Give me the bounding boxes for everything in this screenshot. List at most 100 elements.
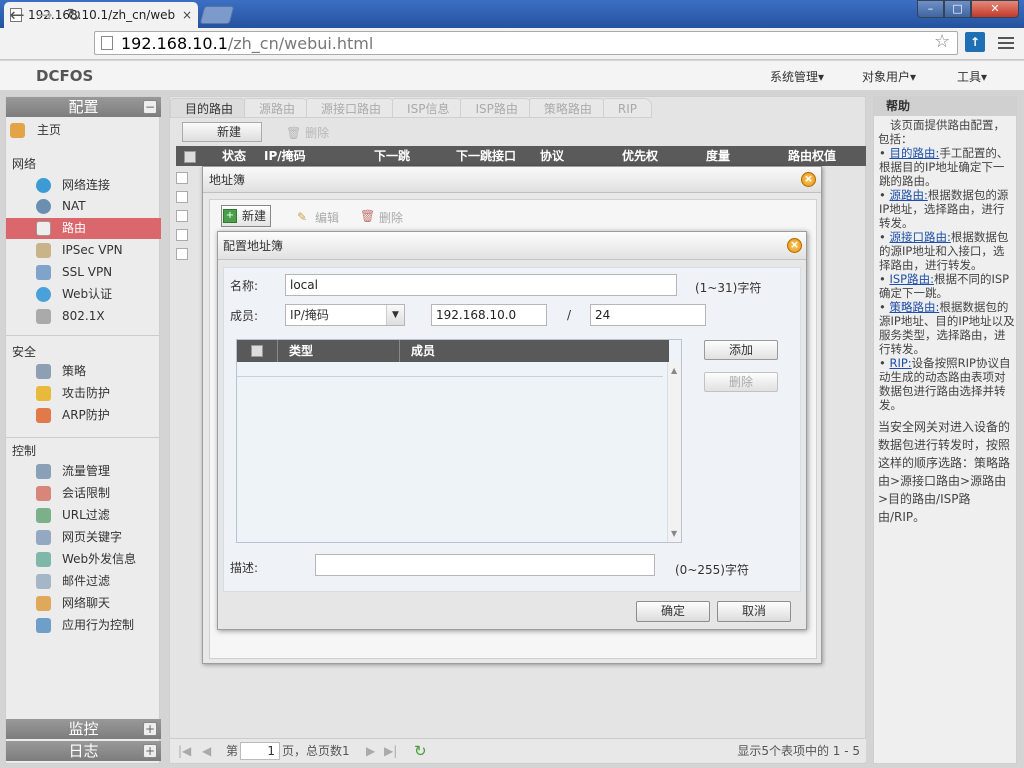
- menu-object-users[interactable]: 对象用户▾: [862, 68, 916, 85]
- row-checkbox[interactable]: [176, 172, 188, 184]
- scroll-down-icon[interactable]: ▼: [671, 529, 677, 538]
- sidebar-item-chat[interactable]: 网络聊天: [6, 593, 161, 614]
- member-mask-input[interactable]: 24: [590, 304, 706, 326]
- sidebar-header-config[interactable]: 配置 −: [6, 97, 161, 117]
- first-page-icon[interactable]: |◀: [178, 739, 191, 763]
- keyword-icon: [36, 530, 51, 545]
- sidebar-item-ssl-vpn[interactable]: SSL VPN: [6, 262, 161, 283]
- description-input[interactable]: [315, 554, 655, 576]
- delete-route-button[interactable]: 🗑 删除: [286, 124, 329, 141]
- tab-source-interface-route[interactable]: 源接口路由: [306, 98, 397, 118]
- expand-icon[interactable]: +: [143, 722, 157, 736]
- tab-rip[interactable]: RIP: [602, 98, 652, 118]
- sidebar-item-policy[interactable]: 策略: [6, 361, 161, 382]
- sidebar-item-app-behavior[interactable]: 应用行为控制: [6, 615, 161, 636]
- refresh-icon[interactable]: ↻: [414, 739, 427, 763]
- close-tab-icon[interactable]: ×: [182, 8, 192, 22]
- sidebar-item-network-connection[interactable]: 网络连接: [6, 175, 161, 196]
- sidebar-item-arp-protection[interactable]: ARP防护: [6, 405, 161, 426]
- help-tail: 当安全网关对进入设备的数据包进行转发时，按照这样的顺序选路：策略路由>源接口路由…: [878, 420, 1011, 524]
- policy-icon: [36, 364, 51, 379]
- reload-icon[interactable]: ↻: [63, 5, 85, 27]
- new-tab-button[interactable]: [199, 6, 235, 24]
- help-link-policy-route[interactable]: 策略路由:: [889, 300, 939, 314]
- expand-icon[interactable]: +: [143, 744, 157, 758]
- close-icon[interactable]: ×: [787, 238, 802, 253]
- name-input[interactable]: local: [285, 274, 677, 296]
- ok-button[interactable]: 确定: [636, 601, 710, 622]
- col-type: 类型: [289, 344, 314, 358]
- row-checkbox[interactable]: [176, 248, 188, 260]
- close-icon[interactable]: ×: [801, 172, 816, 187]
- row-checkbox[interactable]: [176, 229, 188, 241]
- last-page-icon[interactable]: ▶|: [384, 739, 397, 763]
- forward-arrow-icon[interactable]: →: [34, 5, 56, 27]
- tab-isp-route[interactable]: ISP路由: [460, 98, 533, 118]
- sidebar-header-monitor[interactable]: 监控 +: [6, 719, 161, 739]
- bookmark-star-icon[interactable]: ☆: [934, 31, 950, 52]
- new-route-button[interactable]: 新建: [182, 122, 262, 142]
- browser-menu-icon[interactable]: [998, 34, 1014, 50]
- sidebar-item-8021x[interactable]: 802.1X: [6, 306, 161, 327]
- sidebar-item-routing[interactable]: 路由: [6, 218, 161, 239]
- help-link-source-route[interactable]: 源路由:: [889, 188, 927, 202]
- page-number-input[interactable]: 1: [240, 742, 280, 760]
- col-ip-mask: IP/掩码: [264, 149, 306, 163]
- maximize-button[interactable]: □: [944, 0, 971, 18]
- help-item: • 策略路由:根据数据包的源IP地址、目的IP地址以及服务类型，选择路由，进行转…: [879, 300, 1015, 356]
- sidebar-item-label: 攻击防护: [62, 386, 111, 400]
- prev-page-icon[interactable]: ◀: [202, 739, 211, 763]
- delete-member-button[interactable]: 删除: [704, 372, 778, 392]
- sidebar-item-web-auth[interactable]: Web认证: [6, 284, 161, 305]
- table-scrollbar[interactable]: ▲ ▼: [667, 362, 681, 542]
- extension-icon[interactable]: ↑: [965, 32, 985, 52]
- help-link-isp-route[interactable]: ISP路由:: [889, 272, 934, 286]
- tab-destination-route[interactable]: 目的路由: [170, 98, 249, 118]
- sidebar-header-log[interactable]: 日志 +: [6, 741, 161, 761]
- select-all-checkbox[interactable]: [184, 151, 196, 163]
- tab-policy-route[interactable]: 策略路由: [528, 98, 607, 118]
- row-checkbox[interactable]: [176, 210, 188, 222]
- help-link-rip[interactable]: RIP:: [889, 356, 911, 370]
- help-link-source-interface-route[interactable]: 源接口路由:: [889, 230, 950, 244]
- tab-isp-info[interactable]: ISP信息: [392, 98, 465, 118]
- sidebar-section-security: 安全: [12, 345, 37, 359]
- help-link-destination-route[interactable]: 目的路由:: [889, 146, 939, 160]
- back-arrow-icon[interactable]: ←: [6, 5, 28, 27]
- sidebar-item-traffic-management[interactable]: 流量管理: [6, 461, 161, 482]
- next-page-icon[interactable]: ▶: [366, 739, 375, 763]
- sidebar-item-attack-protection[interactable]: 攻击防护: [6, 383, 161, 404]
- sidebar-item-ipsec-vpn[interactable]: IPSec VPN: [6, 240, 161, 261]
- sidebar-item-home[interactable]: 主页: [6, 120, 161, 141]
- sidebar-item-mail-filter[interactable]: 邮件过滤: [6, 571, 161, 592]
- sidebar-item-url-filter[interactable]: URL过滤: [6, 505, 161, 526]
- sidebar-item-nat[interactable]: NAT: [6, 196, 161, 217]
- minimize-button[interactable]: –: [917, 0, 944, 18]
- sidebar-item-label: 策略: [62, 364, 87, 378]
- sidebar-item-web-outbound[interactable]: Web外发信息: [6, 549, 161, 570]
- address-bar[interactable]: 192.168.10.1/zh_cn/webui.html: [94, 31, 958, 55]
- menu-tools[interactable]: 工具▾: [957, 68, 987, 85]
- description-hint: (0~255)字符: [675, 563, 749, 577]
- cancel-button[interactable]: 取消: [717, 601, 791, 622]
- route-table-header: 状态 IP/掩码 下一跳 下一跳接口 协议 优先权 度量 路由权值: [176, 146, 866, 166]
- scroll-up-icon[interactable]: ▲: [671, 366, 677, 375]
- collapse-icon[interactable]: −: [143, 100, 157, 114]
- row-checkbox[interactable]: [176, 191, 188, 203]
- sidebar-item-web-keyword[interactable]: 网页关键字: [6, 527, 161, 548]
- name-label: 名称:: [230, 279, 259, 293]
- close-window-button[interactable]: ✕: [971, 0, 1019, 18]
- sidebar-divider: [6, 437, 161, 438]
- ssl-vpn-icon: [36, 265, 51, 280]
- member-label: 成员:: [230, 309, 259, 323]
- menu-system-management[interactable]: 系统管理▾: [770, 68, 824, 85]
- add-member-button[interactable]: 添加: [704, 340, 778, 360]
- sidebar-item-label: 网络连接: [62, 178, 111, 192]
- sidebar-item-label: ARP防护: [62, 408, 110, 422]
- sidebar-item-label: 网络聊天: [62, 596, 111, 610]
- select-all-checkbox[interactable]: [251, 345, 263, 357]
- member-type-select[interactable]: IP/掩码 ▼: [285, 304, 405, 326]
- tab-source-route[interactable]: 源路由: [244, 98, 311, 118]
- member-ip-input[interactable]: 192.168.10.0: [431, 304, 547, 326]
- sidebar-item-session-limit[interactable]: 会话限制: [6, 483, 161, 504]
